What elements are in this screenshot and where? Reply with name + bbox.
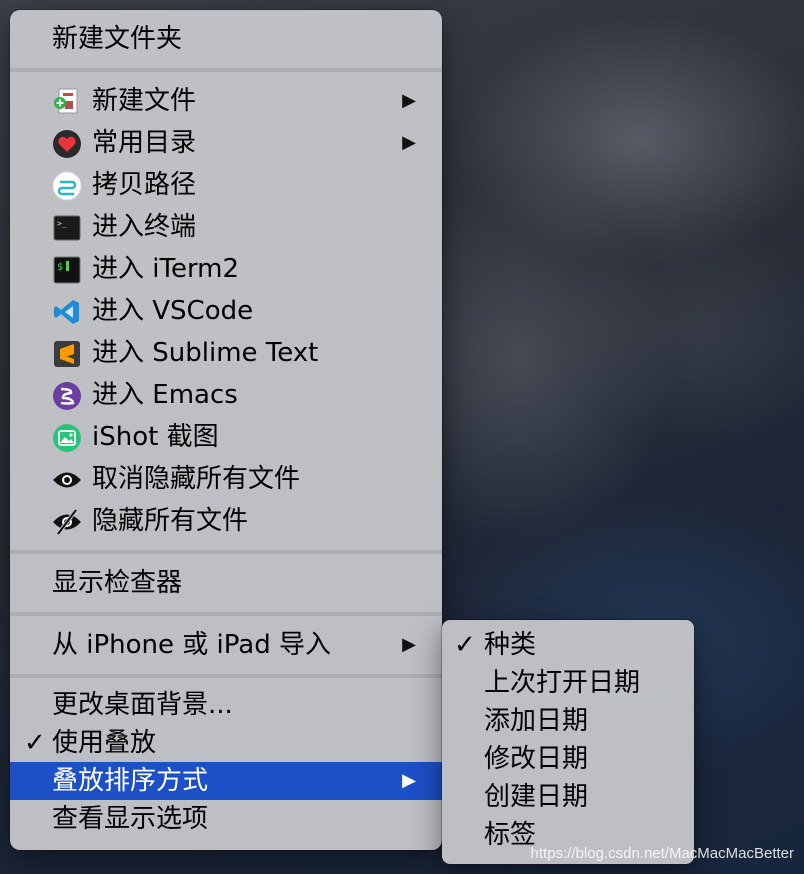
menu-item-new-file[interactable]: 新建文件 ▶ bbox=[10, 80, 442, 122]
copy-path-icon bbox=[52, 171, 82, 201]
menu-item-show-view-options[interactable]: 查看显示选项 bbox=[10, 800, 442, 838]
context-menu: 新建文件夹 新建文件 ▶ 常用目录 ▶ 拷贝路径 >_ 进入终端 $ 进入 iT… bbox=[10, 10, 442, 850]
menu-item-label: 隐藏所有文件 bbox=[92, 506, 249, 536]
submenu-item-label: 标签 bbox=[484, 820, 537, 850]
submenu-arrow-icon: ▶ bbox=[402, 90, 416, 111]
submenu-item-label: 上次打开日期 bbox=[484, 668, 641, 698]
emacs-icon bbox=[52, 381, 82, 411]
menu-item-label: 进入 Emacs bbox=[92, 380, 238, 410]
menu-item-label: 更改桌面背景... bbox=[52, 690, 233, 720]
iterm2-icon: $ bbox=[52, 255, 82, 285]
submenu-item-label: 修改日期 bbox=[484, 744, 589, 774]
watermark-text: https://blog.csdn.net/MacMacMacBetter bbox=[530, 845, 794, 862]
menu-item-unhide-all[interactable]: 取消隐藏所有文件 bbox=[10, 458, 442, 500]
sublime-icon bbox=[52, 339, 82, 369]
menu-item-label: 叠放排序方式 bbox=[52, 766, 209, 796]
menu-item-label: 使用叠放 bbox=[52, 728, 157, 758]
submenu-item-label: 创建日期 bbox=[484, 782, 589, 812]
menu-separator bbox=[10, 550, 442, 554]
menu-item-label: 查看显示选项 bbox=[52, 804, 209, 834]
menu-item-new-folder[interactable]: 新建文件夹 bbox=[10, 18, 442, 60]
eye-icon bbox=[52, 465, 82, 495]
menu-item-label: 进入 VSCode bbox=[92, 296, 254, 326]
menu-item-label: 从 iPhone 或 iPad 导入 bbox=[52, 630, 331, 660]
submenu-item-label: 添加日期 bbox=[484, 706, 589, 736]
submenu-arrow-icon: ▶ bbox=[402, 770, 416, 791]
menu-item-stacks-sort[interactable]: 叠放排序方式 ▶ bbox=[10, 762, 442, 800]
menu-item-sublime[interactable]: 进入 Sublime Text bbox=[10, 332, 442, 374]
svg-text:$: $ bbox=[57, 262, 63, 273]
submenu-item-date-modified[interactable]: 修改日期 bbox=[442, 740, 694, 778]
menu-item-label: 进入 Sublime Text bbox=[92, 338, 319, 368]
menu-item-label: iShot 截图 bbox=[92, 422, 219, 452]
menu-separator bbox=[10, 674, 442, 678]
menu-item-import-from-iphone[interactable]: 从 iPhone 或 iPad 导入 ▶ bbox=[10, 624, 442, 666]
submenu-item-kind[interactable]: ✓ 种类 bbox=[442, 626, 694, 664]
menu-item-ishot[interactable]: iShot 截图 bbox=[10, 416, 442, 458]
eye-slash-icon bbox=[52, 507, 82, 537]
menu-item-label: 常用目录 bbox=[92, 128, 197, 158]
svg-text:>_: >_ bbox=[57, 219, 67, 228]
menu-item-show-inspector[interactable]: 显示检查器 bbox=[10, 562, 442, 604]
menu-item-label: 取消隐藏所有文件 bbox=[92, 464, 301, 494]
menu-item-label: 进入 iTerm2 bbox=[92, 254, 240, 284]
menu-item-terminal[interactable]: >_ 进入终端 bbox=[10, 206, 442, 248]
submenu-arrow-icon: ▶ bbox=[402, 634, 416, 655]
heart-icon bbox=[52, 129, 82, 159]
terminal-icon: >_ bbox=[52, 213, 82, 243]
menu-separator bbox=[10, 612, 442, 616]
submenu-item-last-opened[interactable]: 上次打开日期 bbox=[442, 664, 694, 702]
menu-separator bbox=[10, 68, 442, 72]
menu-item-use-stacks[interactable]: ✓ 使用叠放 bbox=[10, 724, 442, 762]
menu-item-emacs[interactable]: 进入 Emacs bbox=[10, 374, 442, 416]
menu-item-label: 新建文件 bbox=[92, 86, 197, 116]
submenu-item-label: 种类 bbox=[484, 630, 537, 660]
menu-item-label: 拷贝路径 bbox=[92, 170, 197, 200]
submenu-item-date-added[interactable]: 添加日期 bbox=[442, 702, 694, 740]
ishot-icon bbox=[52, 423, 82, 453]
menu-item-vscode[interactable]: 进入 VSCode bbox=[10, 290, 442, 332]
menu-item-label: 新建文件夹 bbox=[52, 24, 183, 54]
menu-item-change-background[interactable]: 更改桌面背景... bbox=[10, 686, 442, 724]
submenu-item-date-created[interactable]: 创建日期 bbox=[442, 778, 694, 816]
vscode-icon bbox=[52, 297, 82, 327]
submenu-arrow-icon: ▶ bbox=[402, 132, 416, 153]
menu-item-label: 进入终端 bbox=[92, 212, 197, 242]
menu-item-iterm2[interactable]: $ 进入 iTerm2 bbox=[10, 248, 442, 290]
menu-item-label: 显示检查器 bbox=[52, 568, 183, 598]
menu-item-copy-path[interactable]: 拷贝路径 bbox=[10, 164, 442, 206]
menu-item-favorite-dirs[interactable]: 常用目录 ▶ bbox=[10, 122, 442, 164]
stacks-sort-submenu: ✓ 种类 上次打开日期 添加日期 修改日期 创建日期 标签 bbox=[442, 620, 694, 864]
checkmark-icon: ✓ bbox=[454, 630, 476, 660]
new-file-icon bbox=[52, 87, 82, 117]
menu-item-hide-all[interactable]: 隐藏所有文件 bbox=[10, 500, 442, 542]
checkmark-icon: ✓ bbox=[24, 728, 46, 758]
